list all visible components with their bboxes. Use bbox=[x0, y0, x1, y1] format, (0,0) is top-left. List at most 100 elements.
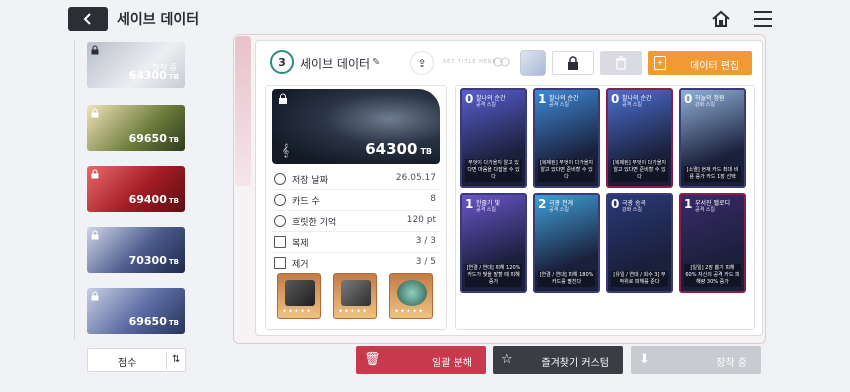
slot-score: 70300 TB bbox=[128, 254, 179, 267]
save-slot-4[interactable]: 70300 TB bbox=[87, 227, 185, 273]
edit-icon: + bbox=[654, 56, 666, 70]
card-cost: 1 bbox=[465, 197, 474, 211]
level-badge: 3 bbox=[270, 50, 294, 74]
lock-icon bbox=[568, 56, 578, 70]
save-score: 64300 TB bbox=[365, 140, 432, 158]
save-slot-1[interactable]: 장착 중 64300 TB bbox=[87, 42, 185, 88]
sort-dropdown[interactable]: 점수 ⇅ bbox=[87, 348, 186, 372]
skill-card[interactable]: 1 한줄기 빛 공격 스킬 [연결 / 연대] 피해 120% 카드가 빛을 발할 때… bbox=[460, 193, 527, 293]
star-edit-icon: ☆ bbox=[501, 352, 513, 367]
sort-label: 점수 bbox=[118, 358, 137, 369]
equip-label: 장착 중 bbox=[716, 358, 747, 369]
card-description: [연결 / 연대] 피해 120% 카드가 빛을 발할 때 피해 증가 bbox=[465, 264, 522, 287]
bulk-disassemble-label: 일괄 분해 bbox=[432, 358, 472, 369]
stat-date: 저장 날짜 26.05.17 bbox=[272, 169, 440, 190]
card-type: 강화 스킬 bbox=[695, 102, 715, 108]
stat-label: 흐릿한 기억 bbox=[292, 218, 337, 228]
lock-icon bbox=[279, 93, 287, 104]
delete-button[interactable] bbox=[600, 51, 642, 75]
save-slot-3[interactable]: 69400 TB bbox=[87, 166, 185, 212]
lock-icon bbox=[91, 291, 99, 301]
card-cost: 0 bbox=[611, 92, 620, 106]
memory-icon bbox=[274, 215, 286, 227]
card-type: 공격 스킬 bbox=[549, 207, 569, 213]
sort-divider bbox=[166, 352, 167, 370]
clock-icon bbox=[274, 173, 286, 185]
card-description: [복제된] 무엇이 다가올지 알고 있다면 준비할 수 있다 bbox=[538, 159, 595, 182]
home-icon[interactable] bbox=[711, 9, 731, 29]
slot-score: 64300 TB bbox=[128, 69, 179, 82]
save-slot-5[interactable]: 69650 TB bbox=[87, 288, 185, 334]
slot-score: 69650 TB bbox=[128, 315, 179, 328]
avatar[interactable] bbox=[520, 50, 546, 76]
card-type: 강화 스킬 bbox=[622, 207, 642, 213]
card-type: 공격 스킬 bbox=[476, 102, 496, 108]
skill-card[interactable]: 0 찰나의 순간 공격 스킬 [복제된] 무엇이 다가올지 알고 있다면 준비할 수 … bbox=[606, 88, 673, 188]
card-description: [소멸] 현재 카드 최대 비용 증가 카드 1장 선택 bbox=[684, 166, 741, 182]
armor-icon bbox=[341, 280, 371, 306]
lock-button[interactable] bbox=[552, 51, 594, 75]
share-button[interactable]: ⇪ bbox=[410, 51, 434, 75]
card-type: 공격 스킬 bbox=[695, 207, 715, 213]
stat-label: 복제 bbox=[292, 239, 309, 249]
pencil-icon[interactable]: ✎ bbox=[372, 57, 380, 68]
skill-card[interactable]: 1 찰나의 순간 공격 스킬 [복제된] 무엇이 다가올지 알고 있다면 준비할 수 … bbox=[533, 88, 600, 188]
save-slot-2[interactable]: 69650 TB bbox=[87, 105, 185, 151]
skill-card[interactable]: 1 부서진 멜로디 공격 스킬 [일일] 2장 뽑기 피해 60% 자신의 공격 카드… bbox=[679, 193, 746, 293]
panel-title: 세이브 데이터 bbox=[300, 57, 371, 71]
stat-value: 120 pt bbox=[406, 215, 436, 225]
remove-icon bbox=[274, 257, 286, 269]
edit-data-label: 데이터 편집 bbox=[690, 61, 740, 72]
info-icon bbox=[274, 194, 286, 206]
trash-icon bbox=[616, 56, 626, 70]
equipment-item-armor[interactable]: ✦✦✦✦✦ bbox=[333, 273, 377, 319]
stat-copy: 복제 3 / 3 bbox=[272, 232, 440, 253]
card-cost: 0 bbox=[611, 197, 620, 211]
card-type: 공격 스킬 bbox=[622, 102, 642, 108]
stat-label: 제거 bbox=[292, 260, 309, 270]
lock-icon bbox=[91, 108, 99, 118]
stat-label: 저장 날짜 bbox=[292, 176, 328, 186]
equipment-items: ✦✦✦✦✦ ✦✦✦✦✦ ✦✦✦✦✦ bbox=[277, 273, 437, 321]
favorite-custom-label: 즐겨찾기 커스텀 bbox=[541, 358, 609, 369]
equip-icon: ⬇ bbox=[639, 352, 650, 367]
card-description: [일일] 2장 뽑기 피해 60% 자신의 공격 카드 피해량 30% 증가 bbox=[684, 264, 741, 287]
card-cost: 0 bbox=[684, 92, 693, 106]
card-cost: 1 bbox=[684, 197, 693, 211]
stat-label: 카드 수 bbox=[292, 197, 320, 207]
slot-rail bbox=[74, 40, 75, 340]
equipment-item-sword[interactable]: ✦✦✦✦✦ bbox=[277, 273, 321, 319]
hamburger-menu-icon[interactable] bbox=[754, 11, 772, 27]
save-cover-image: 𝄞 64300 TB bbox=[272, 89, 440, 164]
edit-data-button[interactable]: + 데이터 편집 bbox=[648, 51, 752, 75]
skill-card[interactable]: 0 하늘의 정원 강화 스킬 [소멸] 현재 카드 최대 비용 증가 카드 1장 선택 bbox=[679, 88, 746, 188]
panel-tiny-text: SET TITLE HERE bbox=[443, 59, 497, 65]
equipment-item-orb[interactable]: ✦✦✦✦✦ bbox=[389, 273, 433, 319]
bulk-disassemble-button[interactable]: 🗑 일괄 분해 bbox=[356, 346, 486, 374]
rarity-stars: ✦✦✦✦✦ bbox=[282, 308, 313, 315]
stat-memory: 흐릿한 기억 120 pt bbox=[272, 211, 440, 232]
stat-value: 8 bbox=[430, 194, 436, 204]
back-button[interactable] bbox=[68, 7, 108, 31]
sword-icon bbox=[285, 280, 315, 306]
skill-card[interactable]: 2 극광 전개 공격 스킬 [연결 / 연대] 피해 180% 카드를 펼친다 bbox=[533, 193, 600, 293]
slot-score: 69650 TB bbox=[128, 132, 179, 145]
lock-icon bbox=[91, 45, 99, 55]
save-stats: 저장 날짜 26.05.17 카드 수 8 흐릿한 기억 120 pt 복제 3… bbox=[272, 169, 440, 274]
back-arrow-icon bbox=[83, 13, 91, 25]
card-cost: 0 bbox=[465, 92, 474, 106]
equip-button[interactable]: ⬇ 장착 중 bbox=[631, 346, 761, 374]
clef-icon: 𝄞 bbox=[282, 143, 290, 157]
card-type: 공격 스킬 bbox=[476, 207, 496, 213]
stat-card-count: 카드 수 8 bbox=[272, 190, 440, 211]
slot-score: 69400 TB bbox=[128, 193, 179, 206]
card-type: 공격 스킬 bbox=[549, 102, 569, 108]
sort-order-icon[interactable]: ⇅ bbox=[172, 354, 180, 365]
skill-card[interactable]: 0 극광 송곡 강화 스킬 [유일 / 연대 / 회수 3] 무작위로 피해를 준다 bbox=[606, 193, 673, 293]
lock-icon bbox=[91, 169, 99, 179]
page-title: 세이브 데이터 bbox=[117, 12, 200, 28]
skill-card[interactable]: 0 찰나의 순간 공격 스킬 무엇이 다가올지 알고 있다면 마음을 다잡을 수 있다 bbox=[460, 88, 527, 188]
trash-icon: 🗑 bbox=[364, 352, 381, 367]
favorite-custom-button[interactable]: ☆ 즐겨찾기 커스텀 bbox=[493, 346, 623, 374]
copy-icon bbox=[274, 236, 286, 248]
